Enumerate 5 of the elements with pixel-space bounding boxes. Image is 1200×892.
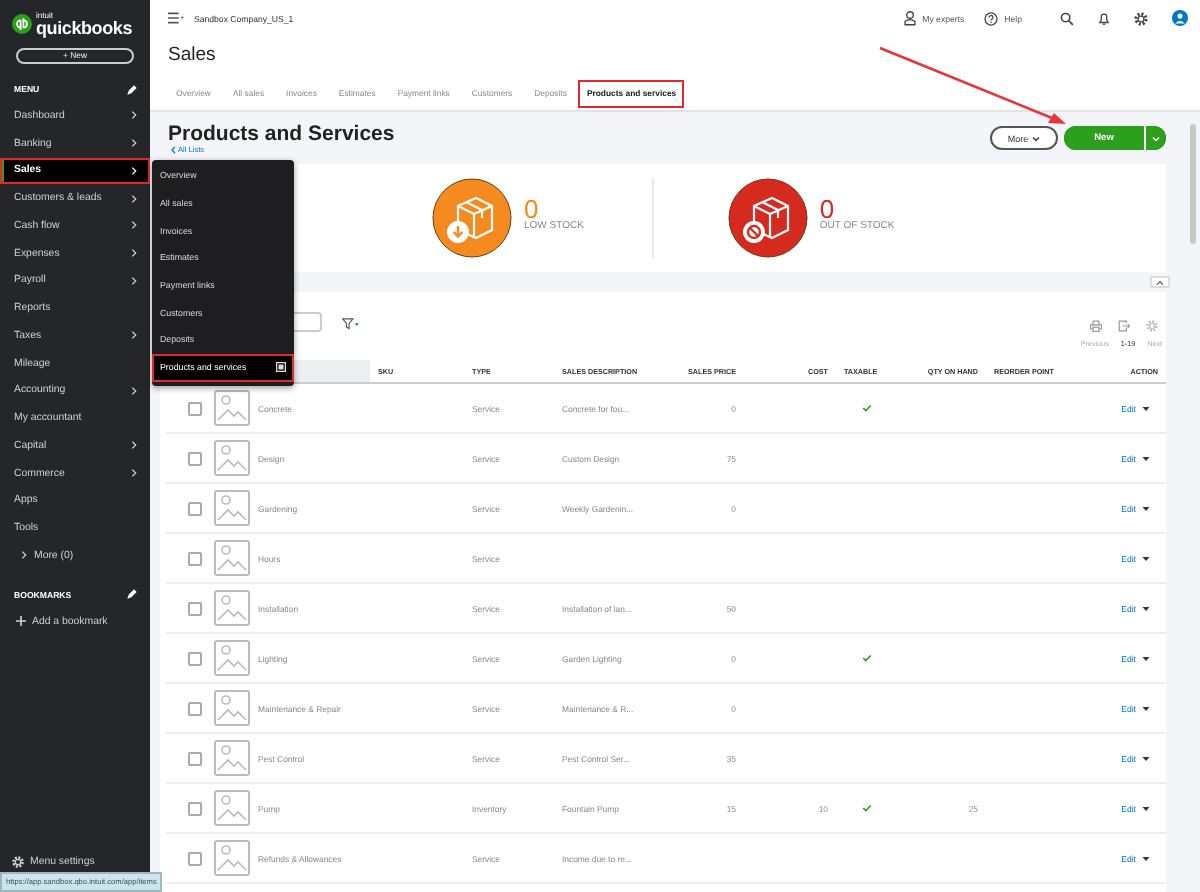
section-title: Products and Services — [168, 122, 397, 146]
stock-count: 0 — [819, 196, 835, 222]
page-title: Sales — [166, 42, 218, 70]
brand-wordmark: quickbooks — [36, 19, 133, 37]
stock-count: 0 — [524, 196, 539, 222]
